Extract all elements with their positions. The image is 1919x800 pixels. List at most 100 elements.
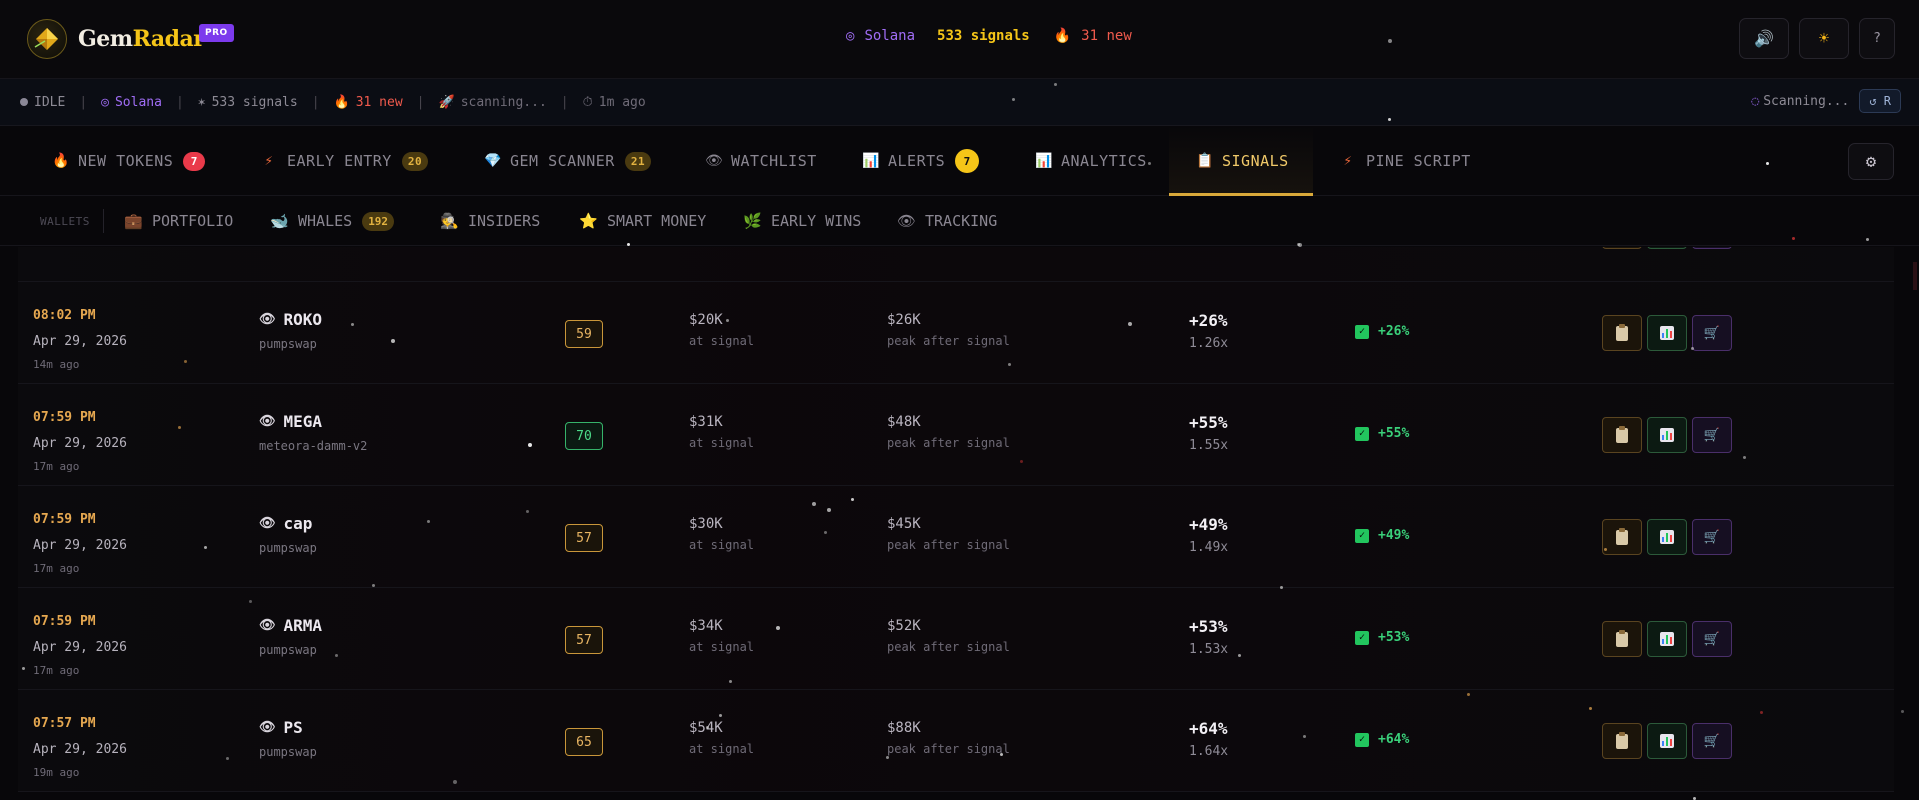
mcap-at-signal-label: at signal	[689, 334, 755, 348]
tab-early-entry[interactable]: ⚡ EARLY ENTRY 20	[261, 126, 429, 196]
copy-button[interactable]	[1602, 723, 1642, 759]
subtab-label: SMART MONEY	[607, 212, 707, 230]
gain-multiple: 1.55x	[1189, 438, 1229, 453]
eye-icon: 👁	[259, 720, 276, 735]
row-actions: 🛒	[1602, 723, 1732, 759]
tab-alerts[interactable]: 📊 ALERTS 7	[862, 126, 980, 196]
settings-button[interactable]: ⚙	[1848, 143, 1894, 180]
row-actions: 🛒	[1602, 315, 1732, 351]
token-cell[interactable]: 👁 ARMA pumpswap	[259, 616, 322, 657]
star	[1901, 710, 1904, 713]
sound-toggle-button[interactable]: 🔊	[1739, 18, 1789, 59]
peak-mcap: $88K	[887, 720, 921, 736]
chart-button[interactable]	[1647, 621, 1687, 657]
whale-icon: 🐋	[270, 212, 289, 230]
token-cell[interactable]: 👁 cap pumpswap	[259, 514, 317, 555]
buy-button[interactable]: 🛒	[1692, 621, 1732, 657]
status-chain: ◎ Solana	[101, 95, 162, 110]
chart-button[interactable]	[1647, 315, 1687, 351]
refresh-button[interactable]: ↺ R	[1859, 89, 1901, 113]
token-cell[interactable]: 👁 MEGA meteora-damm-v2	[259, 412, 367, 453]
tab-label: ALERTS	[888, 152, 946, 170]
chart-button[interactable]	[1647, 723, 1687, 759]
app-logo[interactable]: GemRadar	[78, 26, 205, 52]
row-actions: 🛒	[1602, 417, 1732, 453]
clipboard-icon	[1616, 731, 1628, 749]
copy-button[interactable]	[1602, 519, 1642, 555]
peak-mcap-cell: $52K peak after signal	[887, 618, 1010, 654]
theme-toggle-button[interactable]: ☀	[1799, 18, 1849, 59]
tab-analytics[interactable]: 📊 ANALYTICS	[1035, 126, 1147, 196]
signal-age: 17m ago	[33, 562, 80, 575]
chart-button[interactable]	[1647, 519, 1687, 555]
table-row[interactable]: Apr 29, 202614m ago👁meteora-damm-v262at …	[18, 247, 1894, 282]
score-badge: 70	[565, 422, 603, 450]
logo-icon[interactable]	[27, 19, 67, 59]
gem-icon: 💎	[484, 153, 502, 169]
subtab-count-badge: 192	[362, 211, 395, 231]
help-label: ?	[1873, 31, 1881, 46]
token-cell[interactable]: 👁 PS pumpswap	[259, 718, 317, 759]
mcap-at-signal-label: at signal	[689, 640, 755, 654]
table-row[interactable]: 07:59 PM Apr 29, 2026 17m ago 👁 ARMA pumpswap…	[18, 588, 1894, 690]
mcap-at-signal-label: at signal	[689, 742, 755, 756]
tab-signals[interactable]: 📋 SIGNALS	[1196, 126, 1289, 196]
checkmark-icon: ✓	[1355, 426, 1369, 441]
buy-button[interactable]: 🛒	[1692, 519, 1732, 555]
scrollbar-thumb[interactable]	[1913, 262, 1917, 290]
subtab-whales[interactable]: 🐋 WHALES 192	[270, 196, 395, 246]
tab-pine-script[interactable]: ⚡ PINE SCRIPT	[1340, 126, 1471, 196]
peak-mcap: $45K	[887, 516, 921, 532]
tab-new-tokens[interactable]: 🔥 NEW TOKENS 7	[52, 126, 206, 196]
status-signals-label: 533 signals	[211, 94, 298, 110]
signal-time-cell: 07:57 PM Apr 29, 2026 19m ago	[33, 711, 127, 783]
subtab-insiders[interactable]: 🕵 INSIDERS	[440, 196, 540, 246]
buy-button[interactable]: 🛒	[1692, 417, 1732, 453]
bar-chart-icon	[1660, 734, 1674, 748]
tab-gem-scanner[interactable]: 💎 GEM SCANNER 21	[484, 126, 652, 196]
bar-chart-icon	[1660, 530, 1674, 544]
gain-percent: +26%	[1189, 311, 1228, 330]
subtab-label: WHALES	[298, 212, 353, 230]
copy-button[interactable]	[1602, 621, 1642, 657]
subtab-early-wins[interactable]: 🌿 EARLY WINS	[743, 196, 861, 246]
bar-chart-icon: 📊	[1035, 153, 1053, 169]
table-row[interactable]: 07:59 PM Apr 29, 2026 17m ago 👁 cap pumpswap 5…	[18, 486, 1894, 588]
chart-button[interactable]	[1647, 417, 1687, 453]
tab-label: ANALYTICS	[1061, 152, 1147, 170]
result-cell: ✓ +55%	[1355, 426, 1409, 441]
buy-button[interactable]: 🛒	[1692, 723, 1732, 759]
lightning-icon: ⚡	[264, 153, 274, 169]
gain-percent: +55%	[1189, 413, 1228, 432]
token-symbol: ARMA	[283, 616, 323, 635]
tab-label: NEW TOKENS	[78, 152, 174, 170]
status-updated: ⏱ 1m ago	[583, 95, 646, 110]
help-button[interactable]: ?	[1859, 18, 1895, 59]
mcap-at-signal-label: at signal	[689, 538, 755, 552]
buy-button[interactable]: 🛒	[1692, 315, 1732, 351]
speaker-icon: 🔊	[1754, 29, 1774, 48]
copy-button[interactable]	[1602, 315, 1642, 351]
signal-count: 533 signals	[937, 28, 1030, 44]
table-row[interactable]: 07:59 PM Apr 29, 2026 17m ago 👁 MEGA meteora-…	[18, 384, 1894, 486]
table-row[interactable]: 08:02 PM Apr 29, 2026 14m ago 👁 ROKO pumpswap…	[18, 282, 1894, 384]
subtab-smart-money[interactable]: ⭐ SMART MONEY	[579, 196, 706, 246]
token-source: pumpswap	[259, 337, 317, 351]
buy-button[interactable]: 🛒	[1692, 247, 1732, 249]
row-actions: 🛒	[1602, 519, 1732, 555]
tab-watchlist[interactable]: 👁 WATCHLIST	[705, 126, 817, 196]
chart-button[interactable]	[1647, 247, 1687, 249]
separator: |	[311, 94, 320, 110]
subtab-tracking[interactable]: 👁 TRACKING	[897, 196, 997, 246]
signal-date: Apr 29, 2026	[33, 436, 127, 451]
clipboard-icon	[1616, 527, 1628, 545]
status-state: IDLE	[20, 95, 65, 110]
copy-button[interactable]	[1602, 417, 1642, 453]
signal-time: 07:59 PM	[33, 410, 96, 425]
token-cell[interactable]: 👁 ROKO pumpswap	[259, 310, 322, 351]
subtab-portfolio[interactable]: 💼 PORTFOLIO	[124, 196, 233, 246]
table-row[interactable]: 07:57 PM Apr 29, 2026 19m ago 👁 PS pumpswap 65…	[18, 690, 1894, 792]
copy-button[interactable]	[1602, 247, 1642, 249]
gain-percent: +64%	[1189, 719, 1228, 738]
subtab-label: TRACKING	[925, 212, 998, 230]
